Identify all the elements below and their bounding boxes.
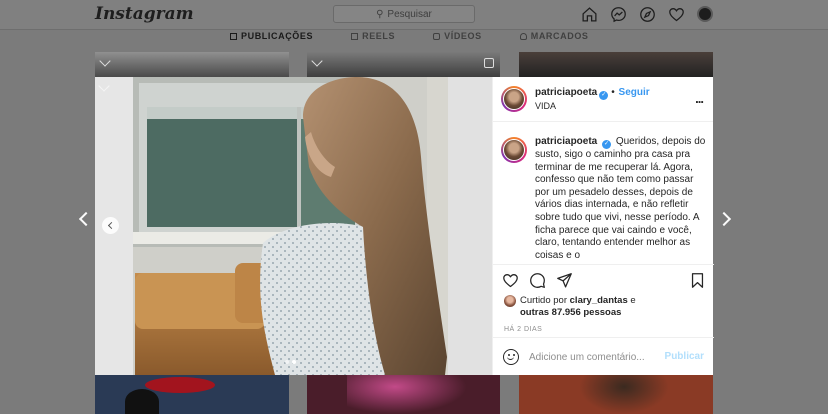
carousel-icon bbox=[311, 55, 323, 67]
grid-post-thumbnail[interactable] bbox=[307, 52, 500, 77]
carousel-icon bbox=[99, 55, 111, 67]
grid-post-thumbnail[interactable] bbox=[307, 375, 500, 414]
messenger-icon[interactable] bbox=[609, 5, 627, 23]
grid-post-thumbnail[interactable] bbox=[95, 375, 289, 414]
comment-input[interactable] bbox=[529, 351, 659, 363]
author-avatar[interactable] bbox=[501, 86, 527, 112]
instagram-logo[interactable]: Instagram bbox=[95, 4, 194, 24]
chevron-left-icon bbox=[107, 221, 116, 230]
carousel-dot bbox=[285, 360, 289, 364]
caption-text: Queridos, depois do susto, sigo o caminh… bbox=[535, 136, 706, 261]
caption-author-avatar[interactable] bbox=[501, 137, 527, 163]
post-location[interactable]: VIDA bbox=[535, 100, 650, 113]
carousel-dot-active bbox=[292, 360, 296, 364]
more-options-icon[interactable]: ... bbox=[695, 91, 704, 106]
author-username[interactable]: patriciapoeta bbox=[535, 87, 597, 98]
video-icon bbox=[433, 32, 441, 40]
post-modal: patriciapoeta ✓ • Seguir VIDA ... patricia… bbox=[95, 77, 714, 375]
explore-icon[interactable] bbox=[638, 5, 656, 23]
search-icon: ⚲ bbox=[376, 8, 384, 20]
top-navigation-bar: Instagram ⚲ Pesquisar bbox=[0, 0, 828, 30]
nav-icons bbox=[580, 5, 714, 23]
share-icon[interactable] bbox=[556, 272, 574, 290]
reels-icon bbox=[351, 32, 359, 40]
tagged-icon bbox=[519, 32, 527, 40]
post-caption: patriciapoeta ✓ Queridos, depois do sust… bbox=[501, 136, 706, 261]
grid-post-thumbnail[interactable] bbox=[519, 375, 713, 414]
comment-box: Publicar bbox=[493, 337, 714, 376]
separator-dot: • bbox=[611, 86, 615, 98]
tab-marcados[interactable]: MARCADOS bbox=[519, 30, 589, 42]
verified-badge-icon: ✓ bbox=[599, 90, 609, 100]
post-actions-section: Curtido por clary_dantas e outras 87.956… bbox=[493, 264, 714, 375]
post-header: patriciapoeta ✓ • Seguir VIDA ... bbox=[493, 77, 713, 122]
carousel-previous-button[interactable] bbox=[102, 217, 119, 234]
carousel-dots bbox=[285, 360, 296, 364]
action-bar bbox=[502, 272, 707, 290]
grid-post-thumbnail[interactable] bbox=[519, 52, 713, 77]
search-box[interactable]: ⚲ Pesquisar bbox=[333, 5, 475, 23]
caption-username[interactable]: patriciapoeta bbox=[535, 136, 597, 147]
liked-by: Curtido por clary_dantas e outras 87.956… bbox=[504, 295, 636, 319]
profile-tabs: PUBLICAÇÕES REELS VÍDEOS MARCADOS bbox=[230, 30, 589, 42]
grid-icon bbox=[230, 32, 237, 40]
follow-button[interactable]: Seguir bbox=[619, 87, 650, 98]
tab-reels[interactable]: REELS bbox=[351, 30, 395, 42]
previous-post-arrow-icon[interactable] bbox=[78, 211, 94, 227]
heart-icon[interactable] bbox=[667, 5, 685, 23]
like-heart-icon[interactable] bbox=[502, 272, 520, 290]
multiple-posts-icon bbox=[484, 58, 494, 68]
next-post-arrow-icon[interactable] bbox=[716, 211, 732, 227]
save-bookmark-icon[interactable] bbox=[689, 272, 707, 290]
tab-videos[interactable]: VÍDEOS bbox=[433, 30, 482, 42]
search-placeholder: Pesquisar bbox=[387, 8, 432, 20]
emoji-icon[interactable] bbox=[503, 349, 519, 365]
liked-by-avatar[interactable] bbox=[504, 295, 516, 307]
verified-badge-icon: ✓ bbox=[602, 140, 612, 149]
post-timestamp[interactable]: HÁ 2 DIAS bbox=[504, 326, 542, 333]
home-icon[interactable] bbox=[580, 5, 598, 23]
profile-avatar[interactable] bbox=[696, 5, 714, 23]
likes-count[interactable]: outras 87.956 pessoas bbox=[520, 307, 621, 318]
liked-by-username[interactable]: clary_dantas bbox=[570, 295, 628, 306]
post-media[interactable] bbox=[95, 77, 492, 375]
post-photo bbox=[95, 77, 492, 375]
publish-button[interactable]: Publicar bbox=[665, 351, 704, 362]
post-sidebar: patriciapoeta ✓ • Seguir VIDA ... patricia… bbox=[492, 77, 714, 375]
grid-post-thumbnail[interactable] bbox=[95, 52, 289, 77]
comment-icon[interactable] bbox=[529, 272, 547, 290]
tab-publicacoes[interactable]: PUBLICAÇÕES bbox=[230, 30, 313, 42]
